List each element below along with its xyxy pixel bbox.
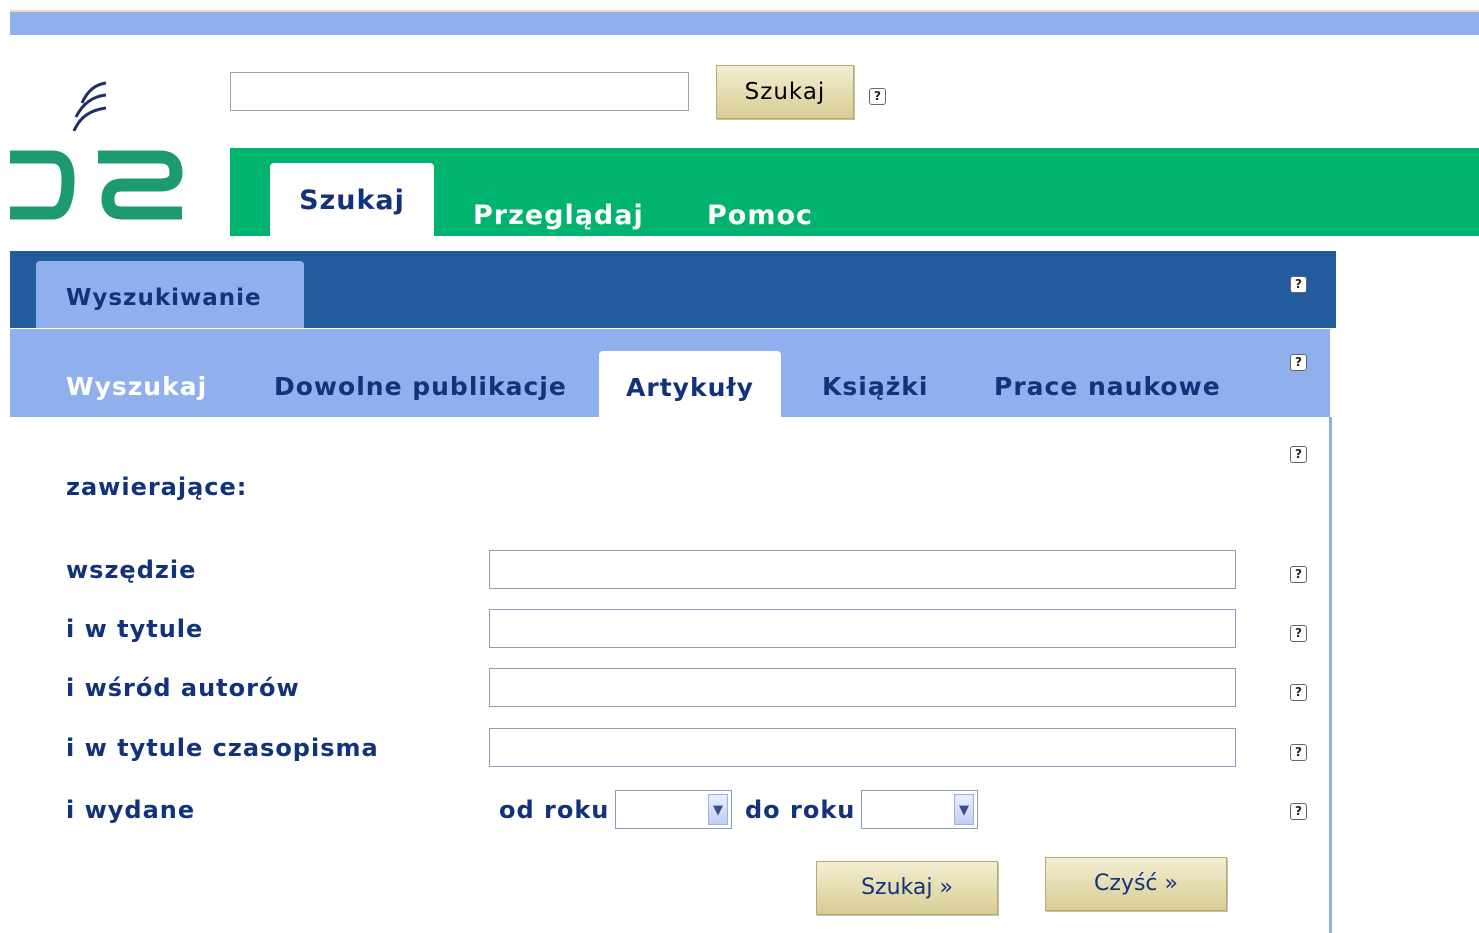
tab-przegladaj[interactable]: Przeglądaj (473, 200, 644, 231)
to-year-select[interactable]: ▼ (861, 790, 978, 829)
help-icon[interactable]: ? (1290, 684, 1307, 701)
field-wszedzie-input[interactable] (489, 550, 1236, 589)
field-autorzy-input[interactable] (489, 668, 1236, 707)
field-label-wydane: i wydane (66, 796, 196, 824)
from-year-label: od roku (499, 796, 610, 824)
field-label-autorzy: i wśród autorów (66, 674, 300, 702)
chevron-down-icon[interactable]: ▼ (708, 794, 728, 825)
global-search-button[interactable]: Szukaj (716, 65, 854, 119)
help-icon[interactable]: ? (869, 88, 886, 105)
field-label-wszedzie: wszędzie (66, 556, 197, 584)
help-icon[interactable]: ? (1290, 276, 1307, 293)
site-logo (10, 75, 200, 235)
tab-pomoc[interactable]: Pomoc (707, 200, 813, 231)
panel-right-border (1329, 417, 1332, 933)
chevron-down-icon[interactable]: ▼ (954, 794, 974, 825)
subtab-ksiazki[interactable]: Książki (822, 372, 928, 401)
help-icon[interactable]: ? (1290, 744, 1307, 761)
help-icon[interactable]: ? (1290, 354, 1307, 371)
panel-title-tab[interactable]: Wyszukiwanie (36, 261, 304, 328)
clear-button[interactable]: Czyść » (1045, 857, 1227, 911)
field-tytul-input[interactable] (489, 609, 1236, 648)
search-button[interactable]: Szukaj » (816, 861, 998, 915)
subtab-artykuly[interactable]: Artykuły (599, 351, 781, 419)
to-year-label: do roku (745, 796, 856, 824)
tab-szukaj[interactable]: Szukaj (270, 163, 434, 236)
subtab-wyszukaj[interactable]: Wyszukaj (66, 372, 207, 401)
field-czasopismo-input[interactable] (489, 728, 1236, 767)
field-label-czasopismo: i w tytule czasopisma (66, 734, 379, 762)
from-year-select[interactable]: ▼ (615, 790, 732, 829)
top-blue-bar (10, 12, 1479, 35)
help-icon[interactable]: ? (1290, 566, 1307, 583)
help-icon[interactable]: ? (1290, 446, 1307, 463)
subtab-dowolne-publikacje[interactable]: Dowolne publikacje (274, 372, 567, 401)
help-icon[interactable]: ? (1290, 625, 1307, 642)
subtab-prace-naukowe[interactable]: Prace naukowe (994, 372, 1221, 401)
field-label-tytul: i w tytule (66, 615, 204, 643)
global-search-input[interactable] (230, 72, 689, 111)
form-heading: zawierające: (66, 473, 248, 501)
help-icon[interactable]: ? (1290, 803, 1307, 820)
